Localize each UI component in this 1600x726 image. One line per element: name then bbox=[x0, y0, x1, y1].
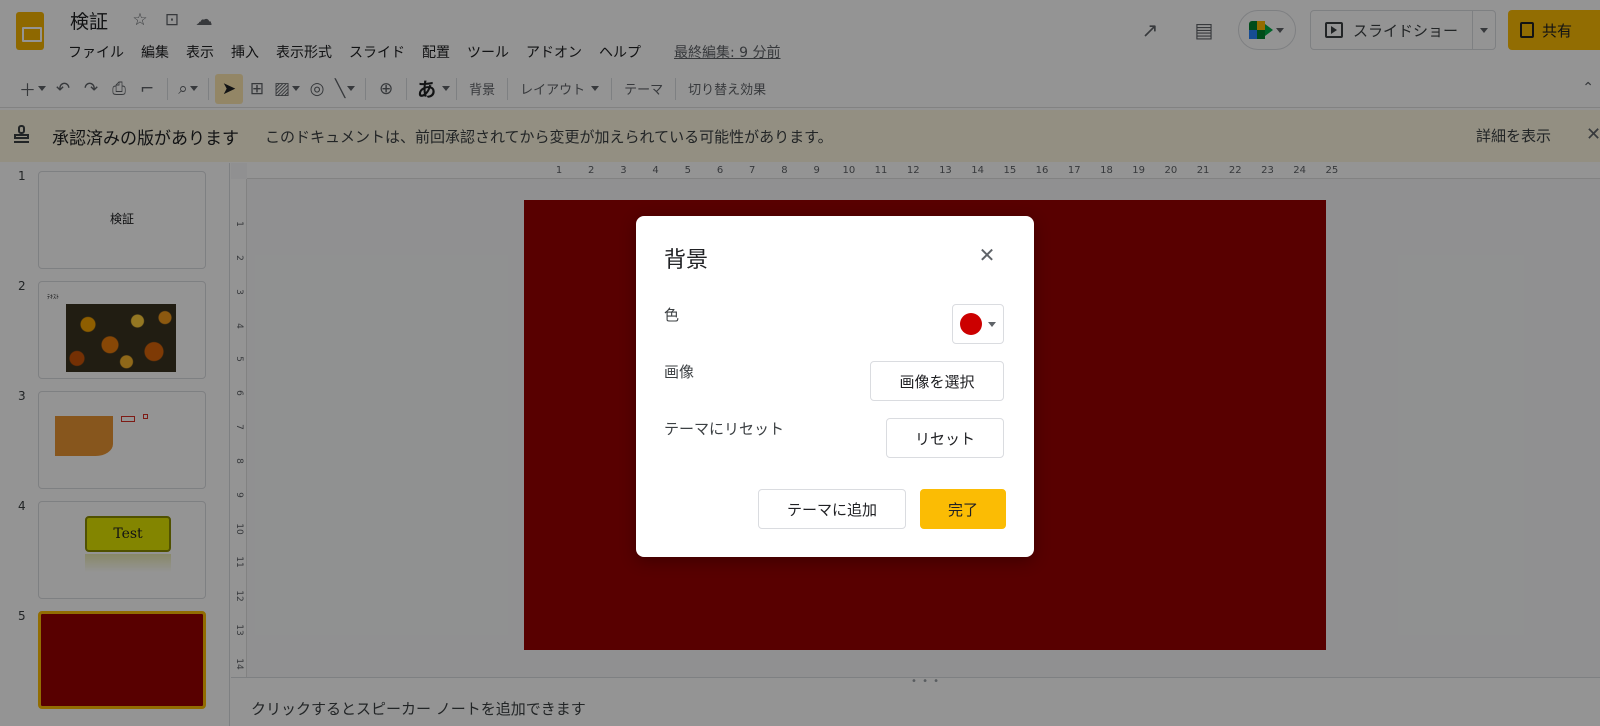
add-to-theme-button[interactable]: テーマに追加 bbox=[758, 489, 906, 529]
reset-button[interactable]: リセット bbox=[886, 418, 1004, 458]
background-dialog: 背景 ✕ 色 画像 画像を選択 テーマにリセット リセット テーマに追加 完了 bbox=[636, 216, 1034, 557]
image-label: 画像 bbox=[664, 363, 695, 381]
close-icon[interactable]: ✕ bbox=[974, 242, 1000, 268]
chevron-down-icon bbox=[988, 321, 996, 327]
reset-to-theme-label: テーマにリセット bbox=[664, 420, 785, 438]
choose-image-button[interactable]: 画像を選択 bbox=[870, 361, 1004, 401]
color-swatch bbox=[960, 313, 982, 335]
dialog-title: 背景 bbox=[664, 248, 709, 273]
color-label: 色 bbox=[664, 306, 680, 324]
color-picker-button[interactable] bbox=[952, 304, 1004, 344]
done-button[interactable]: 完了 bbox=[920, 489, 1006, 529]
